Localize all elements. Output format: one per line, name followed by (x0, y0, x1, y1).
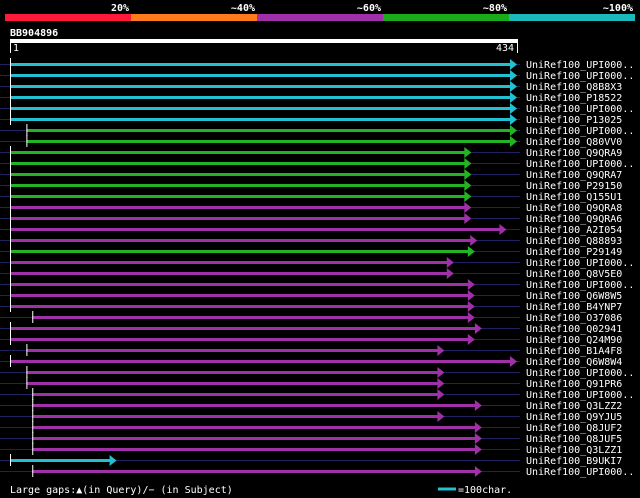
hit-label[interactable]: UniRef100_Q8JUF5 (526, 434, 622, 445)
hit-label[interactable]: UniRef100_Q9QRA9 (526, 148, 622, 159)
hit-bar (10, 107, 511, 110)
hit-bar (10, 85, 511, 88)
hit-bar (26, 129, 512, 132)
hit-bar (10, 360, 511, 363)
hit-bar (10, 338, 469, 341)
hit-label[interactable]: UniRef100_P29150 (526, 181, 622, 192)
identity-scale-segment (257, 14, 383, 21)
hit-label[interactable]: UniRef100_P13025 (526, 115, 622, 126)
hit-label[interactable]: UniRef100_Q3LZZ1 (526, 445, 622, 456)
hit-bar (10, 283, 469, 286)
hit-bar (10, 228, 501, 231)
identity-scale-segment (383, 14, 509, 21)
hit-label[interactable]: UniRef100_Q6W8W4 (526, 357, 622, 368)
identity-scale-label: ~60% (357, 3, 381, 14)
hit-label[interactable]: UniRef100_B4YNP7 (526, 302, 622, 313)
hit-label[interactable]: UniRef100_Q9YJU5 (526, 412, 622, 423)
hit-label[interactable]: UniRef100_Q6W8W5 (526, 291, 622, 302)
hit-bar (10, 272, 448, 275)
hit-bar (32, 316, 469, 319)
identity-scale-label: ~100% (603, 3, 633, 14)
identity-scale-label: ~80% (483, 3, 507, 14)
hit-label[interactable]: UniRef100_Q8V5E0 (526, 269, 622, 280)
hit-label[interactable]: UniRef100_Q8B8X3 (526, 82, 622, 93)
hit-bar (26, 140, 512, 143)
hit-bar (32, 415, 439, 418)
hit-bar (10, 195, 466, 198)
hit-label[interactable]: UniRef100_UPI000.. (526, 390, 634, 401)
hit-label[interactable]: UniRef100_P18522 (526, 93, 622, 104)
hit-bar (10, 96, 511, 99)
hit-label[interactable]: UniRef100_B1A4F8 (526, 346, 622, 357)
query-start-label: 1 (13, 43, 19, 54)
hit-label[interactable]: UniRef100_UPI000.. (526, 159, 634, 170)
hit-label[interactable]: UniRef100_A2I054 (526, 225, 622, 236)
hit-bar (10, 74, 511, 77)
hit-label[interactable]: UniRef100_UPI000.. (526, 60, 634, 71)
hit-label[interactable]: UniRef100_Q3LZZ2 (526, 401, 622, 412)
hit-label[interactable]: UniRef100_UPI000.. (526, 104, 634, 115)
identity-scale-segment (509, 14, 635, 21)
hit-bar (10, 239, 472, 242)
hit-label[interactable]: UniRef100_Q9QRA8 (526, 203, 622, 214)
hit-label[interactable]: UniRef100_UPI000.. (526, 258, 634, 269)
hit-bar (26, 371, 439, 374)
hit-bar (10, 250, 469, 253)
hit-bar (10, 459, 111, 462)
hit-bar (10, 206, 466, 209)
hit-label[interactable]: UniRef100_UPI000.. (526, 126, 634, 137)
hit-bar (10, 261, 448, 264)
hit-label[interactable]: UniRef100_Q9QRA6 (526, 214, 622, 225)
hit-label[interactable]: UniRef100_UPI000.. (526, 71, 634, 82)
hit-label[interactable]: UniRef100_UPI000.. (526, 368, 634, 379)
query-end-label: 434 (496, 43, 514, 54)
identity-scale-segment (131, 14, 257, 21)
hit-label[interactable]: UniRef100_O37086 (526, 313, 622, 324)
hit-label[interactable]: UniRef100_UPI000.. (526, 280, 634, 291)
hit-bar (32, 448, 476, 451)
blast-overview-canvas: 20% ~40% ~60% ~80% ~100% BB904896 1 434 UniR… (0, 0, 640, 498)
scale-legend: =100char. (458, 485, 512, 496)
hit-bar (10, 173, 466, 176)
hit-label[interactable]: UniRef100_UPI000.. (526, 467, 634, 478)
hit-label[interactable]: UniRef100_Q88893 (526, 236, 622, 247)
hit-label[interactable]: UniRef100_Q24M90 (526, 335, 622, 346)
identity-scale-label: 20% (111, 3, 129, 14)
hit-label[interactable]: UniRef100_Q02941 (526, 324, 622, 335)
hit-label[interactable]: UniRef100_Q91PR6 (526, 379, 622, 390)
hit-bar (10, 184, 466, 187)
hit-label[interactable]: UniRef100_Q9QRA7 (526, 170, 622, 181)
hit-bar (32, 393, 439, 396)
hit-label[interactable]: UniRef100_Q155U1 (526, 192, 622, 203)
hit-bar (10, 118, 511, 121)
query-bar (10, 39, 518, 43)
hit-bar (26, 349, 439, 352)
hit-bar (10, 327, 476, 330)
hit-bar (32, 426, 476, 429)
hit-bar (10, 305, 469, 308)
hit-bar (10, 151, 466, 154)
hit-bar (10, 162, 466, 165)
hit-bar (32, 470, 476, 473)
hit-label[interactable]: UniRef100_Q8JUF2 (526, 423, 622, 434)
hit-bar (26, 382, 439, 385)
hit-bar (10, 63, 511, 66)
identity-scale-label: ~40% (231, 3, 255, 14)
hit-label[interactable]: UniRef100_Q80VV0 (526, 137, 622, 148)
hit-bar (32, 437, 476, 440)
gaps-legend: Large gaps:▲(in Query)/− (in Subject) (10, 485, 233, 496)
hit-label[interactable]: UniRef100_B9UKI7 (526, 456, 622, 467)
hit-label[interactable]: UniRef100_P29149 (526, 247, 622, 258)
query-name: BB904896 (10, 28, 58, 39)
hit-bar (10, 294, 469, 297)
hit-bar (32, 404, 476, 407)
identity-scale-segment (5, 14, 131, 21)
hit-bar (10, 217, 466, 220)
